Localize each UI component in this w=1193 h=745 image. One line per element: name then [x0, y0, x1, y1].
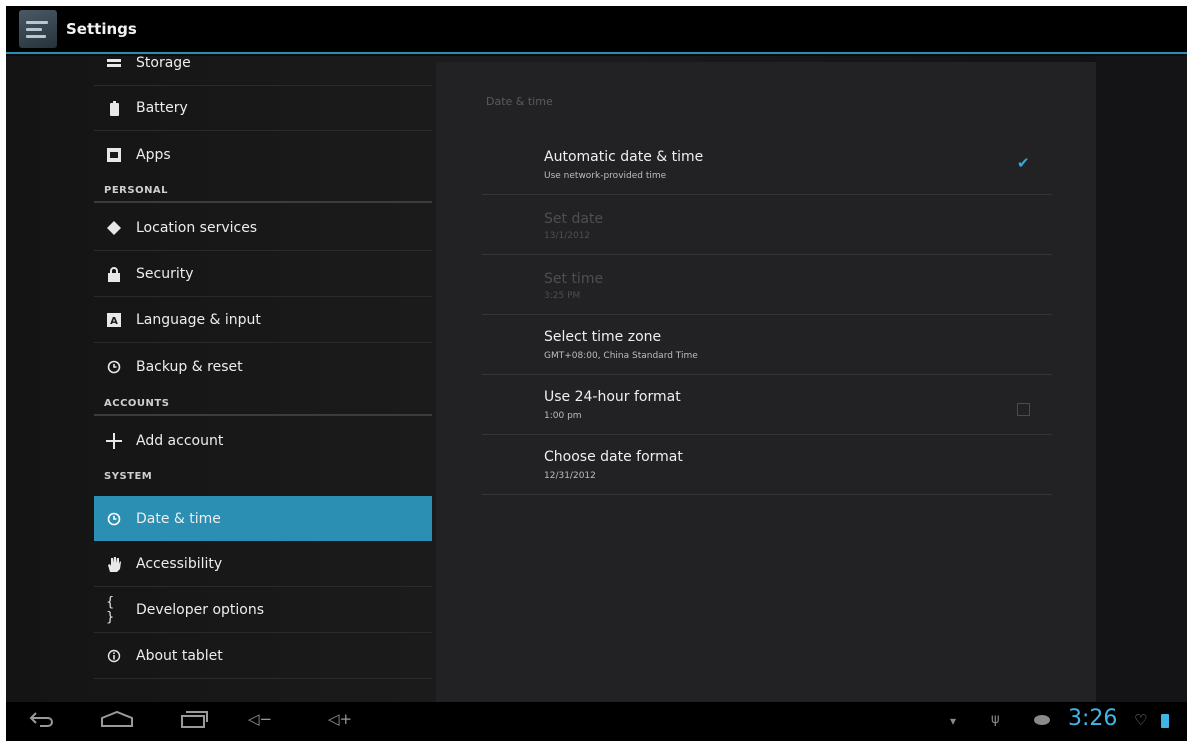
sidebar-item-label: Date & time — [136, 510, 221, 527]
sidebar-item-accessibility[interactable]: Accessibility — [94, 542, 432, 587]
sidebar-item-date-time[interactable]: Date & time — [94, 496, 432, 541]
sidebar-item-apps[interactable]: Apps — [94, 132, 432, 177]
sidebar-item-label: Security — [136, 266, 194, 282]
braces-icon: { } — [106, 595, 115, 625]
pref-automatic-date-time[interactable]: Automatic date & time Use network-provid… — [482, 135, 1052, 195]
sidebar-item-about-tablet[interactable]: About tablet — [94, 634, 432, 679]
sidebar-item-backup-reset[interactable]: Backup & reset — [94, 344, 432, 389]
pref-title: Automatic date & time — [544, 149, 704, 165]
info-icon — [106, 648, 122, 664]
section-header-system: SYSTEM — [104, 470, 153, 482]
location-icon — [106, 220, 122, 236]
pref-summary: 12/31/2012 — [544, 471, 596, 481]
sidebar-item-storage[interactable]: Storage — [94, 56, 432, 86]
panel-title: Date & time — [486, 95, 553, 108]
sidebar-item-label: Apps — [136, 146, 171, 163]
sidebar-item-label: Language & input — [136, 312, 261, 328]
section-header-accounts: ACCOUNTS — [94, 392, 432, 416]
settings-list[interactable]: Storage Battery Apps PERSONAL Location s… — [94, 56, 432, 702]
clock-icon — [106, 511, 122, 527]
keyboard-icon: A — [106, 312, 122, 328]
sidebar-item-label: Storage — [136, 56, 191, 71]
recent-apps-icon[interactable] — [180, 710, 208, 733]
sidebar-item-language-input[interactable]: A Language & input — [94, 298, 432, 343]
automatic-date-time-checkbox[interactable]: ✔ — [1017, 156, 1030, 171]
use-24-hour-format-checkbox[interactable] — [1017, 403, 1030, 416]
clock[interactable]: 3:26 — [1068, 706, 1117, 731]
pref-select-time-zone[interactable]: Select time zone GMT+08:00, China Standa… — [482, 315, 1052, 375]
sidebar-item-location-services[interactable]: Location services — [94, 206, 432, 251]
app-title: Settings — [66, 20, 137, 38]
sidebar-item-label: Location services — [136, 220, 258, 236]
wifi-icon: ▾ — [950, 714, 957, 728]
pref-summary: GMT+08:00, China Standard Time — [544, 351, 698, 361]
home-icon[interactable] — [100, 710, 134, 733]
pref-title: Set time — [544, 271, 604, 287]
sidebar-item-battery[interactable]: Battery — [94, 86, 432, 131]
battery-icon — [106, 100, 122, 116]
sidebar-item-label: Battery — [136, 100, 188, 116]
action-bar: Settings — [6, 6, 1187, 54]
back-icon[interactable] — [28, 710, 54, 733]
pref-use-24-hour-format[interactable]: Use 24-hour format 1:00 pm — [482, 375, 1052, 435]
volume-up-icon[interactable]: ◁+ — [328, 710, 352, 728]
pref-summary: Use network-provided time — [544, 171, 667, 181]
sidebar-item-add-account[interactable]: Add account — [94, 418, 432, 463]
sidebar-item-security[interactable]: Security — [94, 252, 432, 297]
hand-icon — [106, 556, 122, 572]
sidebar-item-label: Backup & reset — [136, 358, 243, 375]
pref-set-date[interactable]: Set date 13/1/2012 — [482, 195, 1052, 255]
apps-icon — [106, 147, 122, 163]
section-header-personal: PERSONAL — [94, 179, 432, 203]
pref-choose-date-format[interactable]: Choose date format 12/31/2012 — [482, 435, 1052, 495]
settings-icon[interactable] — [19, 10, 57, 48]
storage-icon — [106, 56, 122, 71]
pref-title: Set date — [544, 211, 604, 227]
screen: Settings Storage Battery Apps PERSONAL L… — [6, 6, 1187, 741]
pref-set-time[interactable]: Set time 3:25 PM — [482, 255, 1052, 315]
backup-icon — [106, 359, 122, 375]
sidebar-item-label: Accessibility — [136, 556, 223, 572]
sidebar-item-developer-options[interactable]: { } Developer options — [94, 588, 432, 633]
battery-status-icon — [1161, 714, 1169, 728]
pref-title: Select time zone — [544, 329, 662, 345]
lock-icon — [106, 266, 122, 282]
system-bar: ◁− ◁+ ▾ ψ 3:26 ♡ — [6, 702, 1187, 741]
signal-icon: ♡ — [1134, 711, 1148, 729]
sidebar-item-label: Add account — [136, 432, 224, 449]
volume-down-icon[interactable]: ◁− — [248, 710, 272, 728]
notification-icon — [1033, 714, 1051, 729]
pref-title: Use 24-hour format — [544, 389, 681, 405]
pref-title: Choose date format — [544, 449, 683, 465]
sidebar-item-label: About tablet — [136, 648, 223, 664]
right-edge-shade — [1096, 56, 1187, 702]
date-time-panel: Date & time Automatic date & time Use ne… — [436, 62, 1096, 702]
sidebar-item-label: Developer options — [136, 602, 265, 618]
pref-summary: 3:25 PM — [544, 291, 581, 301]
svg-text:A: A — [110, 316, 118, 327]
pref-summary: 1:00 pm — [544, 411, 582, 421]
usb-icon: ψ — [991, 712, 1000, 727]
pref-summary: 13/1/2012 — [544, 231, 591, 241]
plus-icon — [106, 432, 122, 449]
